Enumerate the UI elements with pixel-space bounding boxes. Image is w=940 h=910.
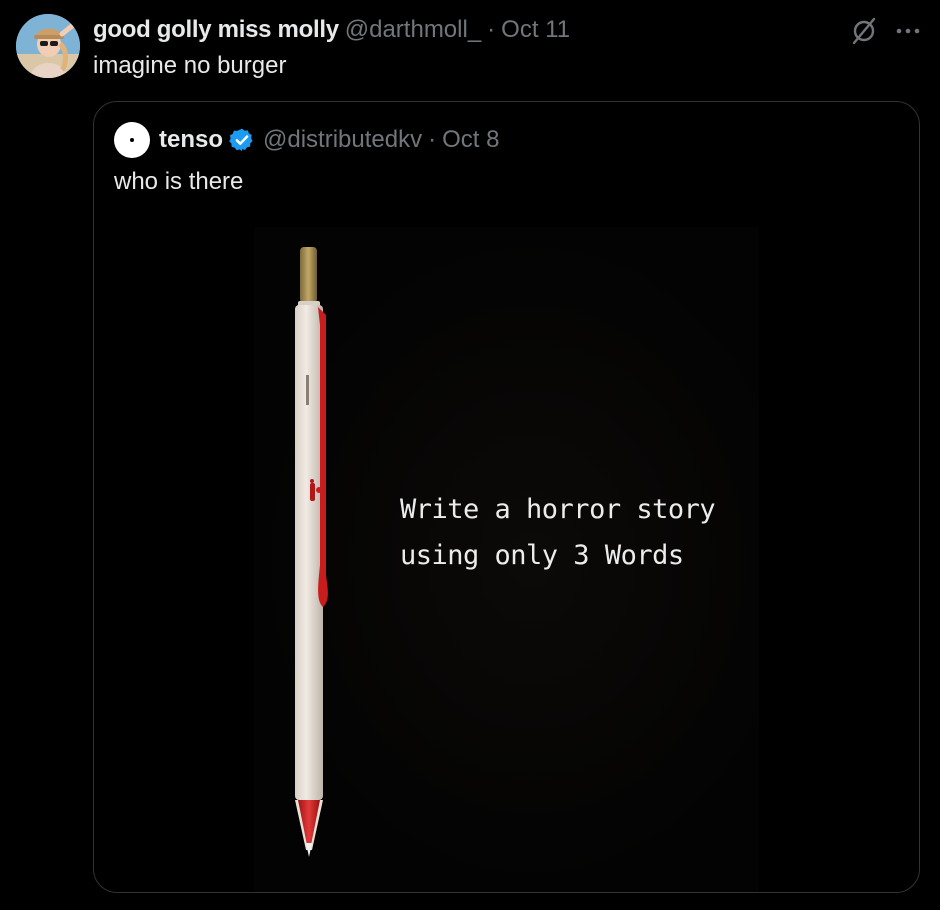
media-caption: Write a horror story using only 3 Words: [400, 487, 759, 579]
verified-badge-icon: [229, 127, 255, 153]
tweet-text: imagine no burger: [93, 52, 287, 79]
quoted-tweet-text: who is there: [114, 168, 244, 195]
author-avatar[interactable]: [16, 14, 80, 78]
grok-slash-circle-icon[interactable]: [849, 16, 879, 46]
quoted-author-handle[interactable]: @distributedkv: [263, 126, 422, 154]
quoted-author-avatar[interactable]: [114, 122, 150, 158]
pencil-image: [295, 247, 328, 857]
author-display-name[interactable]: good golly miss molly: [93, 16, 339, 44]
more-dots-icon[interactable]: [893, 16, 923, 46]
quoted-author-display-name[interactable]: tenso: [159, 126, 223, 154]
avatar-dot-icon: [130, 138, 134, 142]
tweet-date[interactable]: Oct 11: [501, 16, 570, 44]
author-handle[interactable]: @darthmoll_: [345, 16, 481, 44]
tweet-header: good golly miss molly @darthmoll_ · Oct …: [93, 14, 570, 46]
quoted-header-separator: ·: [428, 126, 437, 153]
quoted-tweet-card[interactable]: tenso @distributedkv · Oct 8 who is ther…: [93, 101, 920, 893]
media-caption-line-1: Write a horror story: [400, 494, 716, 525]
tweet[interactable]: good golly miss molly @darthmoll_ · Oct …: [0, 0, 940, 910]
quoted-tweet-date[interactable]: Oct 8: [442, 126, 499, 154]
header-separator: ·: [487, 16, 496, 43]
quoted-tweet-header: tenso @distributedkv · Oct 8: [114, 122, 499, 158]
media-caption-line-2: using only 3 Words: [400, 540, 684, 571]
quoted-media-image[interactable]: Write a horror story using only 3 Words: [254, 227, 759, 892]
